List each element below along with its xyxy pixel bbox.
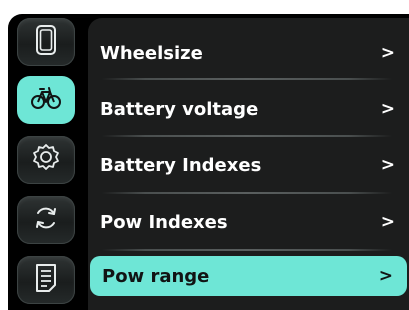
sidebar-item-display[interactable] bbox=[17, 18, 75, 66]
chevron-right-icon: > bbox=[380, 99, 395, 119]
menu-item-label: Battery Indexes bbox=[100, 154, 262, 176]
menu-item-wheelsize[interactable]: Wheelsize > bbox=[88, 28, 409, 78]
gear-icon bbox=[29, 141, 63, 180]
sidebar-item-sync[interactable] bbox=[17, 196, 75, 244]
menu-item-battery-indexes[interactable]: Battery Indexes > bbox=[88, 140, 409, 190]
document-icon bbox=[29, 261, 63, 300]
menu-item-label: Pow range bbox=[102, 265, 210, 287]
menu-item-pow-indexes[interactable]: Pow Indexes > bbox=[88, 197, 409, 247]
sidebar-item-bicycle[interactable] bbox=[17, 76, 75, 124]
menu-item-battery-voltage[interactable]: Battery voltage > bbox=[88, 84, 409, 134]
sidebar bbox=[8, 14, 90, 310]
menu-item-label: Wheelsize bbox=[100, 42, 203, 64]
refresh-icon bbox=[29, 201, 63, 240]
sidebar-item-settings[interactable] bbox=[17, 136, 75, 184]
menu-item-label: Pow Indexes bbox=[100, 211, 228, 233]
bicycle-icon bbox=[29, 81, 63, 120]
menu-item-label: Battery voltage bbox=[100, 98, 259, 120]
divider bbox=[102, 78, 392, 80]
divider bbox=[102, 135, 392, 137]
settings-menu: Wheelsize > Battery voltage > Battery In… bbox=[88, 18, 409, 310]
chevron-right-icon: > bbox=[380, 155, 395, 175]
sidebar-item-info[interactable] bbox=[17, 256, 75, 304]
chevron-right-icon: > bbox=[380, 43, 395, 63]
divider bbox=[102, 192, 392, 194]
chevron-right-icon: > bbox=[380, 212, 395, 232]
divider bbox=[102, 249, 392, 251]
display-icon bbox=[29, 23, 63, 62]
device-screen: Wheelsize > Battery voltage > Battery In… bbox=[8, 14, 409, 310]
chevron-right-icon: > bbox=[378, 266, 393, 286]
menu-item-pow-range[interactable]: Pow range > bbox=[90, 256, 407, 296]
